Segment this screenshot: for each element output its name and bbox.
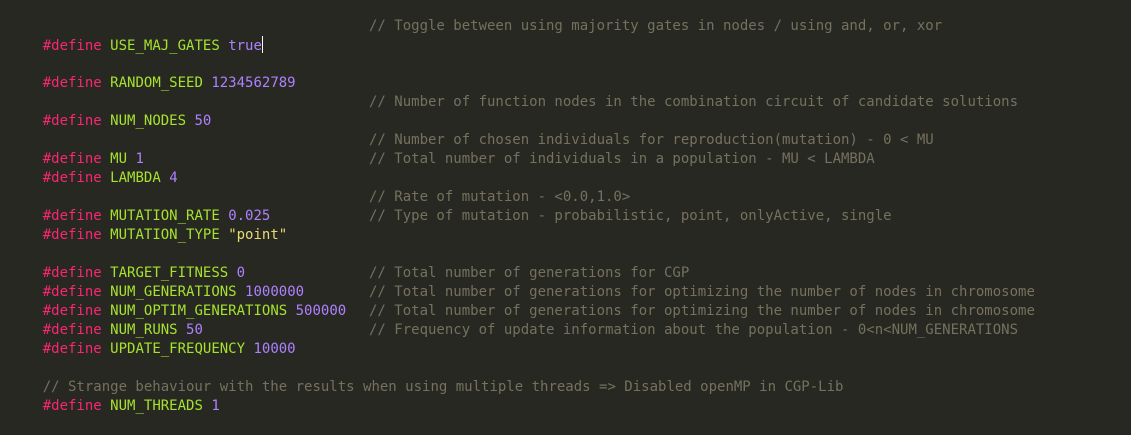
code-line-mutation-rate[interactable]: #define MUTATION_RATE 0.025 // Rate of m… <box>9 188 631 224</box>
define-keyword: #define <box>42 227 102 243</box>
code-line-use-maj-gates[interactable]: #define USE_MAJ_GATES true // Toggle bet… <box>9 17 942 54</box>
macro-name: NUM_THREADS <box>110 398 203 414</box>
line-comment: // Toggle between using majority gates i… <box>369 18 943 34</box>
code-line-update-frequency[interactable]: #define UPDATE_FREQUENCY 10000 // Freque… <box>9 321 1018 357</box>
macro-name: MUTATION_TYPE <box>110 227 220 243</box>
line-comment: // Total number of generations for CGP <box>369 265 690 281</box>
macro-name: RANDOM_SEED <box>110 75 203 91</box>
define-keyword: #define <box>42 398 102 414</box>
line-comment: // Frequency of update information about… <box>369 322 1019 338</box>
define-keyword: #define <box>42 113 102 129</box>
macro-string-value: "point" <box>228 227 288 243</box>
macro-value: 500000 <box>295 303 347 319</box>
line-comment: // Total number of individuals in a popu… <box>369 151 875 167</box>
define-keyword: #define <box>42 170 102 186</box>
line-comment: // Total number of generations for optim… <box>369 303 1035 319</box>
code-line-num-generations[interactable]: #define NUM_GENERATIONS 1000000 // Total… <box>9 264 690 300</box>
define-keyword: #define <box>42 75 102 91</box>
code-line-num-threads[interactable]: #define NUM_THREADS 1 <box>9 378 220 414</box>
code-line-mu[interactable]: #define MU 1 // Number of chosen individ… <box>9 131 934 167</box>
macro-value: true <box>228 38 262 54</box>
code-line-num-runs[interactable]: #define NUM_RUNS 50 // Total number of g… <box>9 302 1035 338</box>
line-comment: // Number of chosen individuals for repr… <box>369 132 934 148</box>
macro-value: 1 <box>211 398 220 414</box>
line-comment: // Number of function nodes in the combi… <box>369 94 1019 110</box>
code-editor[interactable]: #define USE_MAJ_GATES true // Toggle bet… <box>0 0 1131 414</box>
macro-value: 1234562789 <box>211 75 296 91</box>
define-keyword: #define <box>42 38 102 54</box>
macro-name: LAMBDA <box>110 170 161 186</box>
code-line-num-nodes[interactable]: #define NUM_NODES 50 // Number of functi… <box>9 93 1018 129</box>
text-cursor <box>261 36 263 53</box>
line-comment: // Total number of generations for optim… <box>369 284 1035 300</box>
code-line-random-seed[interactable]: #define RANDOM_SEED 1234562789 <box>9 55 296 91</box>
line-comment: // Rate of mutation - <0.0,1.0> <box>369 189 631 205</box>
code-line-lambda[interactable]: #define LAMBDA 4 // Total number of indi… <box>9 150 875 186</box>
code-line-mutation-type[interactable]: #define MUTATION_TYPE "point" // Type of… <box>9 207 892 243</box>
define-keyword: #define <box>42 341 102 357</box>
macro-name: UPDATE_FREQUENCY <box>110 341 246 357</box>
code-line-target-fitness[interactable]: #define TARGET_FITNESS 0 <box>9 245 245 281</box>
macro-value: 10000 <box>253 341 296 357</box>
macro-name: NUM_NODES <box>110 113 187 129</box>
macro-value: 4 <box>169 170 178 186</box>
macro-name: USE_MAJ_GATES <box>110 38 220 54</box>
code-line-threads-comment[interactable]: // Strange behaviour with the results wh… <box>9 359 844 395</box>
macro-value: 50 <box>194 113 212 129</box>
line-comment: // Type of mutation - probabilistic, poi… <box>369 208 892 224</box>
code-line-num-optim-generations[interactable]: #define NUM_OPTIM_GENERATIONS 500000 // … <box>9 283 1035 319</box>
